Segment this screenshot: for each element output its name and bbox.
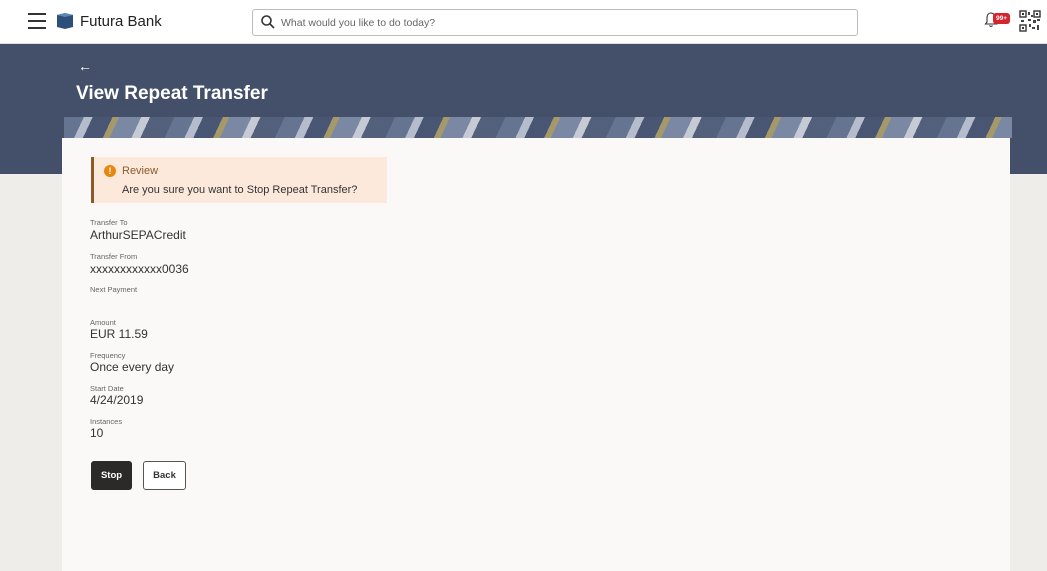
frequency-value: Once every day: [90, 360, 175, 374]
review-message: Are you sure you want to Stop Repeat Tra…: [122, 184, 358, 196]
notification-badge[interactable]: 99+: [993, 13, 1010, 24]
transfer-from-label: Transfer From: [90, 252, 138, 261]
instances-value: 10: [90, 426, 104, 440]
review-title: Review: [122, 165, 159, 177]
start-date-value: 4/24/2019: [90, 393, 144, 407]
page-title: View Repeat Transfer: [76, 83, 268, 104]
transfer-to-label: Transfer To: [90, 218, 128, 227]
menu-icon[interactable]: [28, 13, 46, 29]
next-payment-label: Next Payment: [90, 285, 138, 294]
transfer-from-value: xxxxxxxxxxxx0036: [90, 262, 189, 276]
search-icon: [261, 15, 275, 29]
brand-name[interactable]: Futura Bank: [80, 13, 162, 30]
back-button[interactable]: Back: [143, 461, 186, 490]
back-arrow-icon[interactable]: ←: [78, 58, 92, 74]
qr-code-icon[interactable]: [1019, 10, 1041, 32]
frequency-label: Frequency: [90, 351, 126, 360]
search-input[interactable]: [281, 13, 841, 32]
transfer-details-card: ! Review Are you sure you want to Stop R…: [62, 138, 1010, 571]
info-icon: !: [104, 165, 116, 177]
background-texture-right: [1010, 174, 1047, 571]
start-date-label: Start Date: [90, 384, 124, 393]
background-texture-left: [0, 174, 62, 571]
stop-button[interactable]: Stop: [91, 461, 132, 490]
top-bar: Futura Bank 99+: [0, 0, 1047, 44]
bank-logo-icon[interactable]: [56, 13, 74, 29]
amount-value: EUR 11.59: [90, 327, 148, 341]
instances-label: Instances: [90, 417, 123, 426]
transfer-to-value: ArthurSEPACredit: [90, 228, 186, 242]
search-bar[interactable]: [252, 9, 858, 36]
amount-label: Amount: [90, 318, 116, 327]
review-alert: ! Review Are you sure you want to Stop R…: [91, 157, 387, 203]
decorative-pattern: [64, 117, 1012, 138]
